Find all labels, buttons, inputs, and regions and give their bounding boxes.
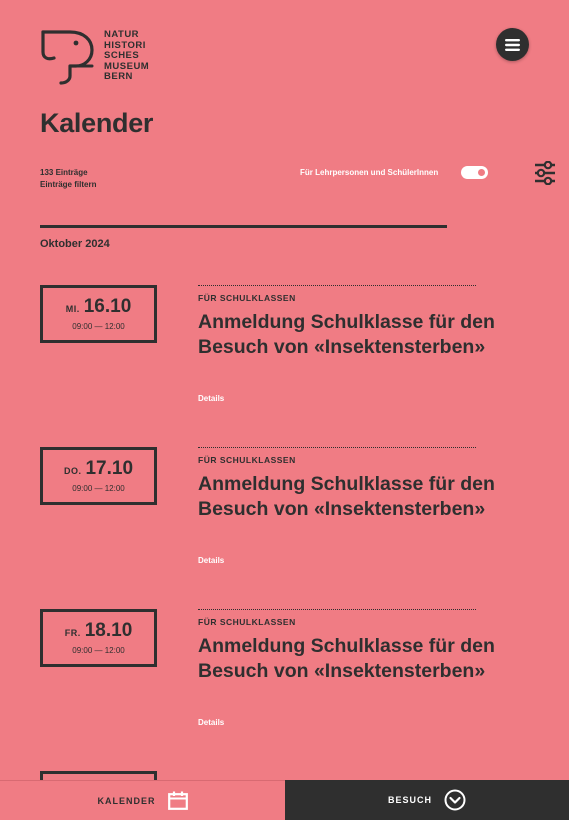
event-date: 16.10 <box>83 296 132 317</box>
event-time: 09:00 — 12:00 <box>72 646 125 655</box>
event-date-box: DO. 17.10 09:00 — 12:00 <box>40 447 157 505</box>
hamburger-icon <box>505 38 520 51</box>
event-weekday: DO. <box>63 466 82 476</box>
event-divider <box>198 609 476 610</box>
event-title[interactable]: Anmeldung Schulklasse für den Besuch von… <box>198 472 498 521</box>
elephant-logo-icon <box>41 30 94 85</box>
museum-name-line: BERN <box>104 71 133 83</box>
event-date-box: FR. 18.10 09:00 — 12:00 <box>40 609 157 667</box>
event-date-box: MI. 16.10 09:00 — 12:00 <box>40 285 157 343</box>
toggle-knob <box>478 169 485 176</box>
event-details-link[interactable]: Details <box>198 394 224 403</box>
filter-sliders-icon[interactable] <box>534 160 556 186</box>
event-title[interactable]: Anmeldung Schulklasse für den Besuch von… <box>198 310 498 359</box>
event-item[interactable]: FR. 18.10 09:00 — 12:00 FÜR SCHULKLASSEN … <box>40 609 495 739</box>
bottom-navigation: KALENDER BESUCH <box>0 780 569 820</box>
event-weekday: FR. <box>64 628 81 638</box>
museum-logo[interactable]: NATUR HISTORI SCHES MUSEUM BERN <box>40 28 170 88</box>
filter-entries-link[interactable]: Einträge filtern <box>40 180 96 189</box>
teacher-toggle-label: Für Lehrpersonen und SchülerInnen <box>300 168 439 177</box>
entries-count: 133 Einträge <box>40 168 88 177</box>
event-time: 09:00 — 12:00 <box>72 322 125 331</box>
event-title[interactable]: Anmeldung Schulklasse für den Besuch von… <box>198 634 498 683</box>
visit-nav-button[interactable]: BESUCH <box>285 780 569 820</box>
event-divider <box>198 447 476 448</box>
event-date: 17.10 <box>85 458 134 479</box>
visit-nav-label: BESUCH <box>387 795 432 805</box>
month-divider <box>40 225 447 228</box>
event-divider <box>198 285 476 286</box>
event-time: 09:00 — 12:00 <box>72 484 125 493</box>
event-item-partial <box>40 771 476 780</box>
event-weekday: MI. <box>65 304 80 314</box>
calendar-nav-button[interactable]: KALENDER <box>0 780 285 820</box>
menu-button[interactable] <box>496 28 529 61</box>
event-details-link[interactable]: Details <box>198 556 224 565</box>
event-details-link[interactable]: Details <box>198 718 224 727</box>
chevron-down-circle-icon <box>444 789 466 811</box>
event-category: FÜR SCHULKLASSEN <box>198 617 296 627</box>
event-item[interactable]: MI. 16.10 09:00 — 12:00 FÜR SCHULKLASSEN … <box>40 285 495 415</box>
museum-name: NATUR HISTORI SCHES MUSEUM BERN <box>104 29 149 83</box>
museum-name-line: NATUR <box>104 29 140 40</box>
month-heading: Oktober 2024 <box>40 238 110 250</box>
event-category: FÜR SCHULKLASSEN <box>198 455 296 465</box>
event-category: FÜR SCHULKLASSEN <box>198 293 296 303</box>
page-title: Kalender <box>40 108 154 138</box>
event-item[interactable]: DO. 17.10 09:00 — 12:00 FÜR SCHULKLASSEN … <box>40 447 495 577</box>
event-date: 18.10 <box>84 620 133 641</box>
event-date-box <box>40 771 157 780</box>
calendar-icon <box>167 791 188 810</box>
teacher-toggle[interactable] <box>461 166 488 179</box>
calendar-nav-label: KALENDER <box>97 795 156 806</box>
